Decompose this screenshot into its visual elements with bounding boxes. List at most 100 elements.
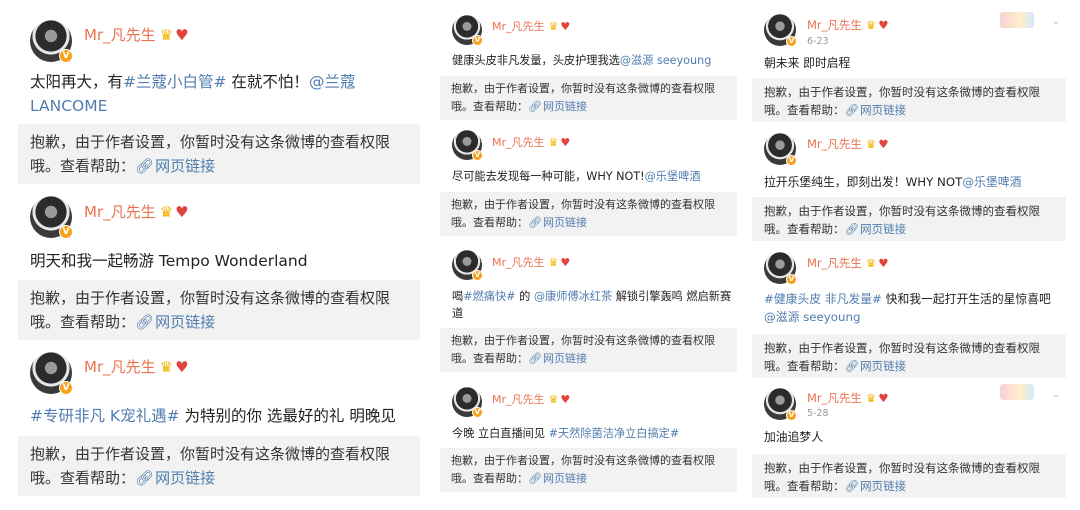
avatar[interactable]: V xyxy=(764,14,797,47)
username[interactable]: Mr_凡先生 ♛ ♥ xyxy=(492,18,570,34)
username[interactable]: Mr_凡先生 ♛ ♥ xyxy=(807,390,889,406)
hashtag-link[interactable]: #兰蔻小白管# xyxy=(123,73,226,91)
post-text-part: 在就不怕！ xyxy=(226,73,309,91)
notice-help-prefix: 哦。查看帮助： xyxy=(451,471,528,485)
post-text-part: 太阳再大，有 xyxy=(30,73,124,91)
post-text: 今晚 立白直播间见 #天然除菌洁净立白搞定# xyxy=(452,425,737,442)
post-text-part: 拉开乐堡纯生，即刻出发！WHY NOT xyxy=(764,175,963,189)
crown-icon: ♛ xyxy=(548,255,559,269)
notice-help-prefix: 哦。查看帮助： xyxy=(30,469,136,487)
web-link-text: 网页链接 xyxy=(860,479,907,494)
sticker-icon xyxy=(1000,384,1034,400)
avatar[interactable]: V xyxy=(764,252,797,285)
hashtag-link[interactable]: #燃痛快# xyxy=(463,290,515,303)
username[interactable]: Mr_凡先生 ♛ ♥ xyxy=(84,356,189,377)
username[interactable]: Mr_凡先生 ♛ ♥ xyxy=(807,255,889,271)
username[interactable]: Mr_凡先生 ♛ ♥ xyxy=(492,254,570,270)
avatar[interactable]: V xyxy=(452,15,483,46)
chevron-down-icon[interactable]: ⌄ xyxy=(1050,389,1062,401)
notice-line: 抱歉，由于作者设置，你暂时没有这条微博的查看权限 xyxy=(30,133,391,151)
verified-badge-icon: V xyxy=(59,49,73,63)
web-link-text: 网页链接 xyxy=(542,215,587,229)
avatar[interactable]: V xyxy=(30,196,73,239)
username[interactable]: Mr_凡先生 ♛ ♥ xyxy=(492,391,570,407)
mention-link[interactable]: @乐堡啤酒 xyxy=(645,170,701,183)
mention-link[interactable]: @康师傅冰红茶 xyxy=(534,290,612,303)
web-link[interactable]: 🔗︎网页链接 xyxy=(528,216,587,229)
web-link[interactable]: 🔗︎网页链接 xyxy=(135,313,215,331)
restricted-notice: 抱歉，由于作者设置，你暂时没有这条微博的查看权限 哦。查看帮助：🔗︎网页链接 xyxy=(752,78,1066,122)
verified-badge-icon: V xyxy=(786,410,797,421)
link-icon: 🔗︎ xyxy=(135,313,155,331)
avatar[interactable]: V xyxy=(452,250,483,281)
post-text: #健康头皮 非凡发量# 快和我一起打开生活的星惊喜吧 @滋源 seeyoung xyxy=(764,290,1059,327)
username[interactable]: Mr_凡先生 ♛ ♥ xyxy=(492,134,570,150)
notice-help-prefix: 哦。查看帮助： xyxy=(764,103,845,118)
web-link[interactable]: 🔗︎网页链接 xyxy=(135,469,215,487)
username[interactable]: Mr_凡先生 ♛ ♥ xyxy=(84,24,189,45)
crown-icon: ♛ xyxy=(159,25,174,44)
verified-badge-icon: V xyxy=(786,274,797,285)
post-text-part: 今晚 立白直播间见 xyxy=(452,427,549,440)
web-link[interactable]: 🔗︎网页链接 xyxy=(528,100,587,113)
crown-icon: ♛ xyxy=(548,392,559,406)
web-link-text: 网页链接 xyxy=(860,359,907,374)
post-text: 明天和我一起畅游 Tempo Wonderland xyxy=(30,252,308,270)
username-text: Mr_凡先生 xyxy=(492,256,545,269)
notice-line: 抱歉，由于作者设置，你暂时没有这条微博的查看权限 xyxy=(30,289,391,307)
crown-icon: ♛ xyxy=(865,18,877,32)
sticker-icon xyxy=(1000,12,1034,28)
notice-line: 抱歉，由于作者设置，你暂时没有这条微博的查看权限 xyxy=(764,461,1040,475)
web-link[interactable]: 🔗︎网页链接 xyxy=(845,479,907,493)
post-text: 健康头皮非凡发量，头皮护理我选@滋源 seeyoung xyxy=(452,52,737,69)
notice-line: 抱歉，由于作者设置，你暂时没有这条微博的查看权限 xyxy=(30,445,391,463)
heart-icon: ♥ xyxy=(878,18,889,32)
restricted-notice: 抱歉，由于作者设置，你暂时没有这条微博的查看权限 哦。查看帮助：🔗︎网页链接 xyxy=(752,197,1066,241)
chevron-down-icon[interactable]: ⌄ xyxy=(1050,16,1062,28)
heart-icon: ♥ xyxy=(175,25,189,44)
link-icon: 🔗︎ xyxy=(844,359,860,374)
notice-help-prefix: 哦。查看帮助： xyxy=(764,359,845,374)
notice-line: 抱歉，由于作者设置，你暂时没有这条微博的查看权限 xyxy=(451,334,715,347)
avatar[interactable]: V xyxy=(30,20,73,63)
hashtag-link[interactable]: #专研非凡 K宠礼遇# xyxy=(30,407,180,425)
notice-help-prefix: 哦。查看帮助： xyxy=(451,215,528,229)
heart-icon: ♥ xyxy=(175,357,189,376)
link-icon: 🔗︎ xyxy=(135,157,155,175)
avatar[interactable]: V xyxy=(452,130,483,161)
post-text: 尽可能去发现每一种可能，WHY NOT!@乐堡啤酒 xyxy=(452,168,737,185)
restricted-notice: 抱歉，由于作者设置，你暂时没有这条微博的查看权限 哦。查看帮助：🔗︎网页链接 xyxy=(752,454,1066,498)
avatar[interactable]: V xyxy=(452,387,483,418)
username-text: Mr_凡先生 xyxy=(807,137,862,151)
restricted-notice: 抱歉，由于作者设置，你暂时没有这条微博的查看权限 哦。查看帮助：🔗︎网页链接 xyxy=(440,328,737,372)
web-link[interactable]: 🔗︎网页链接 xyxy=(845,103,907,117)
web-link[interactable]: 🔗︎网页链接 xyxy=(528,352,587,365)
mention-link[interactable]: @滋源 seeyoung xyxy=(620,54,711,67)
username[interactable]: Mr_凡先生 ♛ ♥ xyxy=(84,201,189,222)
restricted-notice: 抱歉，由于作者设置，你暂时没有这条微博的查看权限 哦。查看帮助：🔗︎网页链接 xyxy=(440,448,737,492)
post-text: 喝#燃痛快# 的 @康师傅冰红茶 解锁引擎轰鸣 燃启新赛道 xyxy=(452,288,737,323)
web-link[interactable]: 🔗︎网页链接 xyxy=(528,472,587,485)
web-link-text: 网页链接 xyxy=(542,351,587,365)
avatar[interactable]: V xyxy=(764,133,797,166)
post-text-part: 快和我一起打开生活的星惊喜吧 xyxy=(881,292,1051,306)
mention-link[interactable]: @乐堡啤酒 xyxy=(962,175,1021,189)
hashtag-link[interactable]: #天然除菌洁净立白搞定# xyxy=(549,427,680,440)
hashtag-link[interactable]: #健康头皮 非凡发量# xyxy=(764,292,882,306)
username[interactable]: Mr_凡先生 ♛ ♥ xyxy=(807,17,889,33)
avatar[interactable]: V xyxy=(764,388,797,421)
avatar[interactable]: V xyxy=(30,352,73,395)
web-link-text: 网页链接 xyxy=(155,313,216,331)
mention-link[interactable]: @滋源 seeyoung xyxy=(764,310,860,324)
notice-help-prefix: 哦。查看帮助： xyxy=(451,351,528,365)
post-text-part: 喝 xyxy=(452,290,464,303)
notice-line: 抱歉，由于作者设置，你暂时没有这条微博的查看权限 xyxy=(451,198,715,211)
crown-icon: ♛ xyxy=(865,137,877,151)
username[interactable]: Mr_凡先生 ♛ ♥ xyxy=(807,136,889,152)
verified-badge-icon: V xyxy=(786,36,797,47)
web-link[interactable]: 🔗︎网页链接 xyxy=(845,222,907,236)
web-link[interactable]: 🔗︎网页链接 xyxy=(135,157,215,175)
web-link[interactable]: 🔗︎网页链接 xyxy=(845,359,907,373)
post-date: 6-23 xyxy=(807,36,829,47)
link-icon: 🔗︎ xyxy=(844,222,860,237)
